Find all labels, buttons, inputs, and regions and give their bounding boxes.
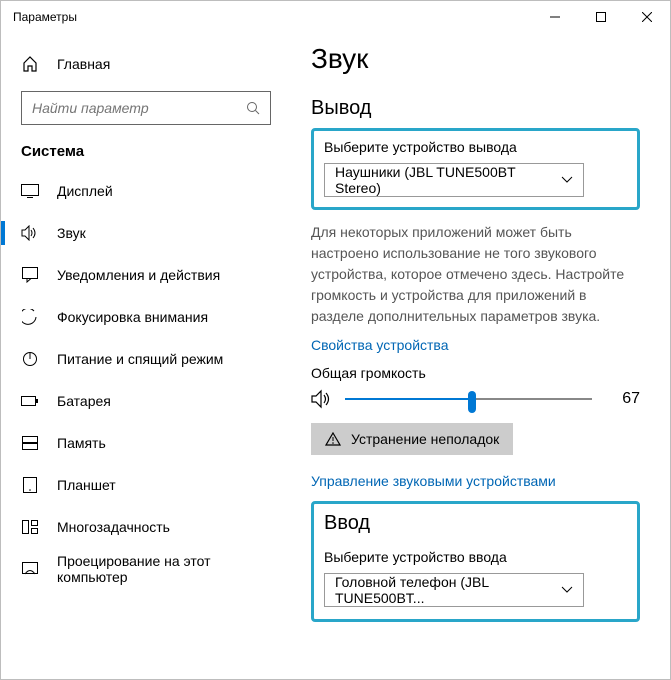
input-section-highlight: Ввод Выберите устройство ввода Головной … bbox=[311, 501, 640, 622]
sidebar-item-label: Уведомления и действия bbox=[57, 267, 220, 283]
output-heading: Вывод bbox=[311, 97, 640, 120]
close-button[interactable] bbox=[624, 1, 670, 33]
sidebar-item-label: Звук bbox=[57, 225, 86, 241]
output-section-highlight: Выберите устройство вывода Наушники (JBL… bbox=[311, 128, 640, 210]
chevron-down-icon bbox=[561, 176, 573, 184]
multitasking-icon bbox=[21, 518, 39, 536]
sidebar-item-label: Дисплей bbox=[57, 183, 113, 199]
window-title: Параметры bbox=[13, 10, 532, 24]
focus-icon bbox=[21, 308, 39, 326]
sidebar-item-label: Память bbox=[57, 435, 106, 451]
sidebar-item-label: Многозадачность bbox=[57, 519, 170, 535]
page-title: Звук bbox=[311, 43, 640, 75]
sidebar-group-header: Система bbox=[1, 143, 291, 170]
sidebar-home-label: Главная bbox=[57, 56, 110, 72]
troubleshoot-label: Устранение неполадок bbox=[351, 431, 499, 447]
storage-icon bbox=[21, 434, 39, 452]
input-heading: Ввод bbox=[324, 512, 627, 535]
power-icon bbox=[21, 350, 39, 368]
sidebar-item-label: Батарея bbox=[57, 393, 111, 409]
search-field[interactable] bbox=[32, 100, 246, 116]
output-device-value: Наушники (JBL TUNE500BT Stereo) bbox=[335, 164, 561, 196]
display-icon bbox=[21, 182, 39, 200]
sidebar-item-multitasking[interactable]: Многозадачность bbox=[1, 506, 291, 548]
output-device-select[interactable]: Наушники (JBL TUNE500BT Stereo) bbox=[324, 163, 584, 197]
tablet-icon bbox=[21, 476, 39, 494]
maximize-button[interactable] bbox=[578, 1, 624, 33]
sound-icon bbox=[21, 224, 39, 242]
minimize-button[interactable] bbox=[532, 1, 578, 33]
sidebar-item-home[interactable]: Главная bbox=[1, 47, 291, 81]
input-device-label: Выберите устройство ввода bbox=[324, 549, 627, 565]
sidebar-item-storage[interactable]: Память bbox=[1, 422, 291, 464]
sidebar-item-label: Проецирование на этот компьютер bbox=[57, 553, 271, 585]
volume-slider[interactable] bbox=[345, 389, 592, 409]
sidebar-item-label: Планшет bbox=[57, 477, 116, 493]
sidebar-item-battery[interactable]: Батарея bbox=[1, 380, 291, 422]
home-icon bbox=[21, 55, 39, 73]
sidebar-item-sound[interactable]: Звук bbox=[1, 212, 291, 254]
speaker-icon[interactable] bbox=[311, 389, 333, 409]
battery-icon bbox=[21, 392, 39, 410]
sidebar-item-display[interactable]: Дисплей bbox=[1, 170, 291, 212]
search-icon bbox=[246, 101, 260, 115]
output-description: Для некоторых приложений может быть наст… bbox=[311, 222, 640, 327]
warning-icon bbox=[325, 432, 341, 446]
output-device-label: Выберите устройство вывода bbox=[324, 139, 627, 155]
sidebar-item-label: Фокусировка внимания bbox=[57, 309, 208, 325]
input-device-select[interactable]: Головной телефон (JBL TUNE500BT... bbox=[324, 573, 584, 607]
device-properties-link[interactable]: Свойства устройства bbox=[311, 337, 640, 353]
chevron-down-icon bbox=[561, 586, 573, 594]
sidebar-item-focus[interactable]: Фокусировка внимания bbox=[1, 296, 291, 338]
sidebar-item-notifications[interactable]: Уведомления и действия bbox=[1, 254, 291, 296]
input-device-value: Головной телефон (JBL TUNE500BT... bbox=[335, 574, 561, 606]
volume-value: 67 bbox=[604, 390, 640, 408]
volume-label: Общая громкость bbox=[311, 365, 640, 381]
sidebar-item-tablet[interactable]: Планшет bbox=[1, 464, 291, 506]
troubleshoot-button[interactable]: Устранение неполадок bbox=[311, 423, 513, 455]
projecting-icon bbox=[21, 560, 39, 578]
notification-icon bbox=[21, 266, 39, 284]
search-input[interactable] bbox=[21, 91, 271, 125]
manage-devices-link[interactable]: Управление звуковыми устройствами bbox=[311, 473, 640, 489]
sidebar-item-power[interactable]: Питание и спящий режим bbox=[1, 338, 291, 380]
sidebar-item-projecting[interactable]: Проецирование на этот компьютер bbox=[1, 548, 291, 590]
sidebar-item-label: Питание и спящий режим bbox=[57, 351, 223, 367]
